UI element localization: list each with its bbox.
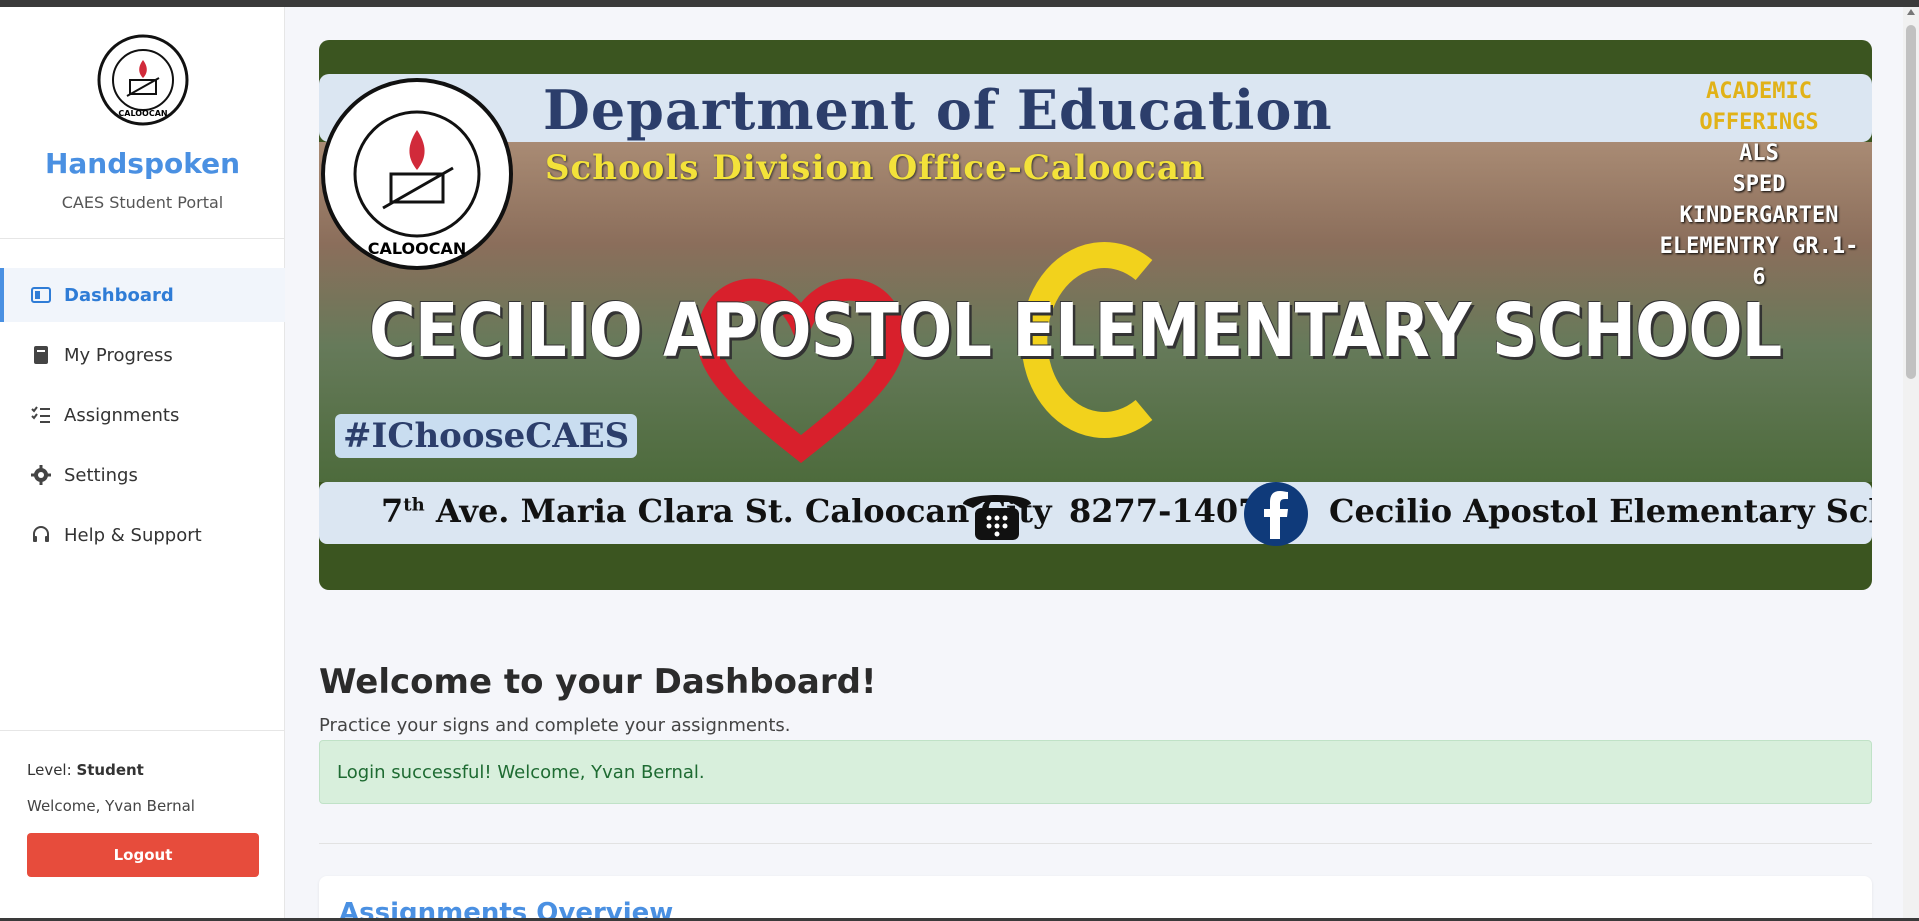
sidebar-item-assignments[interactable]: Assignments <box>0 388 285 442</box>
brand-subtitle: CAES Student Portal <box>61 193 224 212</box>
page-subtitle: Practice your signs and complete your as… <box>319 715 791 736</box>
sidebar-footer: Level: Student Welcome, Yvan Bernal Logo… <box>0 730 285 918</box>
brand-title: Handspoken <box>44 147 241 180</box>
checklist-icon <box>31 406 50 423</box>
offering-item: ALS <box>1739 141 1779 166</box>
section-divider <box>319 843 1872 844</box>
offerings-title-2: OFFERINGS <box>1699 110 1819 135</box>
dashboard-icon <box>31 287 51 303</box>
headset-icon <box>33 526 49 542</box>
level-label: Level: <box>27 761 72 779</box>
user-welcome: Welcome, Yvan Bernal <box>27 797 195 815</box>
sidebar-item-label: Help & Support <box>64 524 202 546</box>
scroll-up-arrow-icon[interactable] <box>1907 9 1915 15</box>
seal-caption: CALOOCAN <box>368 239 466 258</box>
sidebar-brand: CALOOCAN Handspoken CAES Student Portal <box>0 7 284 239</box>
telephone-icon <box>963 495 1031 540</box>
success-alert: Login successful! Welcome, Yvan Bernal. <box>319 740 1872 804</box>
school-seal: CALOOCAN <box>321 78 513 270</box>
logo-caption: CALOOCAN <box>118 109 167 118</box>
logout-button[interactable]: Logout <box>27 833 259 877</box>
sidebar-item-dashboard[interactable]: Dashboard <box>0 268 285 322</box>
offerings-title-1: ACADEMIC <box>1706 79 1812 104</box>
gear-icon <box>31 465 51 485</box>
banner-school-name: CECILIO APOSTOL ELEMENTARY SCHOOL <box>369 288 1782 374</box>
offering-item: SPED <box>1732 172 1786 197</box>
banner-address: 7th Ave. Maria Clara St. Caloocan City <box>381 492 1052 530</box>
sidebar: CALOOCAN Handspoken CAES Student Portal … <box>0 7 285 918</box>
banner-division: Schools Division Office-Caloocan <box>545 148 1206 188</box>
level-value: Student <box>76 761 144 779</box>
sidebar-item-label: Assignments <box>64 404 180 426</box>
sidebar-item-label: Dashboard <box>64 284 174 306</box>
academic-offerings: ACADEMIC OFFERINGS ALS SPED KINDERGARTEN… <box>1659 76 1859 293</box>
user-level: Level: Student <box>27 761 144 779</box>
sidebar-item-label: Settings <box>64 464 138 486</box>
banner-department: Department of Education <box>543 78 1333 142</box>
banner-hashtag: #IChooseCAES <box>335 414 638 458</box>
school-banner: CALOOCAN Department of Education Schools… <box>319 40 1872 590</box>
scrollbar-thumb[interactable] <box>1906 25 1916 379</box>
sidebar-nav: Dashboard My Progress Assignments Settin… <box>0 268 285 568</box>
banner-facebook-name: Cecilio Apostol Elementary School <box>1329 492 1872 530</box>
sidebar-item-my-progress[interactable]: My Progress <box>0 328 285 382</box>
page-title: Welcome to your Dashboard! <box>319 662 877 702</box>
book-icon <box>34 346 48 364</box>
sidebar-item-label: My Progress <box>64 344 173 366</box>
page-scrollbar[interactable] <box>1903 7 1919 918</box>
offering-item: ELEMENTRY GR.1-6 <box>1659 234 1859 290</box>
sidebar-item-help-support[interactable]: Help & Support <box>0 508 285 562</box>
school-seal-logo: CALOOCAN <box>97 34 189 126</box>
banner-phone: 8277-1407 <box>1069 492 1261 530</box>
sidebar-item-settings[interactable]: Settings <box>0 448 285 502</box>
main-content: CALOOCAN Department of Education Schools… <box>286 7 1903 921</box>
facebook-icon <box>1244 482 1308 546</box>
offering-item: KINDERGARTEN <box>1679 203 1839 228</box>
assignments-overview-card: Assignments Overview <box>319 876 1872 921</box>
browser-top-bar <box>0 0 1919 7</box>
